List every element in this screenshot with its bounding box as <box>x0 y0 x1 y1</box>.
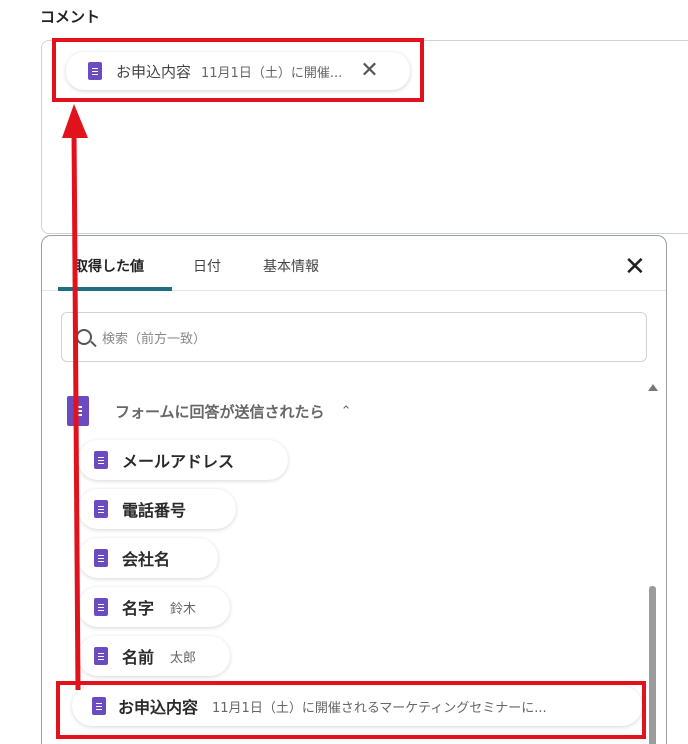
arrow-head <box>62 104 88 138</box>
arrow-shaft <box>71 129 81 691</box>
annotation-arrow <box>62 104 88 691</box>
